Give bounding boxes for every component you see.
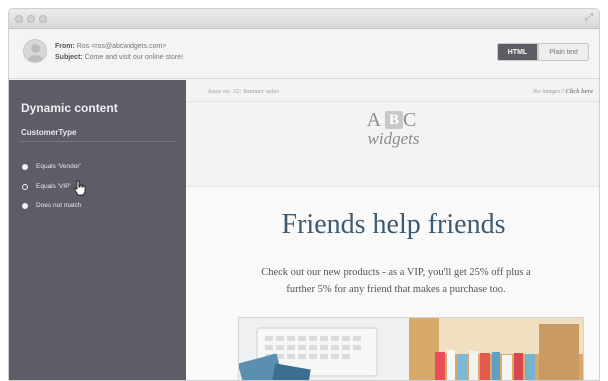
view-toggle: HTML Plain text [496, 43, 589, 61]
body-text: Check out our new products - as a VIP, y… [261, 267, 531, 295]
option-label: Equals 'VIP' [36, 183, 71, 190]
close-window-icon[interactable] [15, 15, 23, 23]
window-controls [15, 15, 47, 23]
message-meta: From: Ros <ros@abcwidgets.com> Subject: … [55, 41, 183, 63]
click-here-link[interactable]: Click here [565, 88, 593, 95]
option-vip[interactable]: Equals 'VIP' [22, 183, 71, 190]
sidebar-divider [19, 141, 177, 142]
logo-letter-c: C [403, 109, 421, 131]
subject-value: Come and visit our online store! [84, 54, 184, 61]
from-label: From: [55, 43, 75, 50]
subject-label: Subject: [55, 54, 83, 61]
email-body: Friends help friends Check out our new p… [186, 186, 599, 380]
dynamic-content-sidebar: Dynamic content CustomerType Equals 'Ven… [9, 80, 186, 380]
abc-widgets-logo: ABC widgets [186, 109, 599, 148]
radio-icon[interactable] [22, 202, 28, 209]
no-images-prefix: No images? [532, 88, 564, 95]
zoom-window-icon[interactable] [39, 15, 47, 23]
email-preview-window: ⤢ From: Ros <ros@abcwidgets.com> Subject… [8, 8, 600, 381]
hero-image [238, 317, 584, 380]
minimize-window-icon[interactable] [27, 15, 35, 23]
radio-icon[interactable] [22, 163, 28, 170]
condition-field: CustomerType [21, 128, 77, 137]
logo-letter-a: A [366, 109, 386, 131]
message-header: From: Ros <ros@abcwidgets.com> Subject: … [9, 29, 599, 79]
radio-icon[interactable] [22, 183, 28, 190]
from-value: Ros <ros@abcwidgets.com> [76, 43, 167, 50]
logo-widgets-text: widgets [367, 129, 420, 148]
title-bar: ⤢ [9, 9, 599, 29]
sidebar-title: Dynamic content [21, 101, 118, 115]
email-preview: Issue no. 32: Summer sales No images? Cl… [186, 80, 599, 380]
html-view-button[interactable]: HTML [496, 43, 539, 61]
resize-icon[interactable]: ⤢ [585, 12, 593, 23]
preheader: Issue no. 32: Summer sales No images? Cl… [186, 80, 599, 102]
issue-text: Issue no. 32: Summer sales [208, 88, 279, 95]
plain-text-view-button[interactable]: Plain text [538, 43, 589, 61]
option-label: Does not match [36, 202, 82, 209]
no-images-link[interactable]: No images? Click here [533, 88, 593, 95]
option-label: Equals 'Vendor' [36, 163, 81, 170]
avatar [23, 39, 47, 63]
logo-letter-b: B [385, 111, 404, 129]
option-vendor[interactable]: Equals 'Vendor' [22, 163, 81, 170]
hand-cursor-icon [74, 180, 86, 196]
headline: Friends help friends [281, 209, 506, 240]
hero-photo-graphic [239, 318, 583, 380]
option-no-match[interactable]: Does not match [22, 202, 82, 209]
